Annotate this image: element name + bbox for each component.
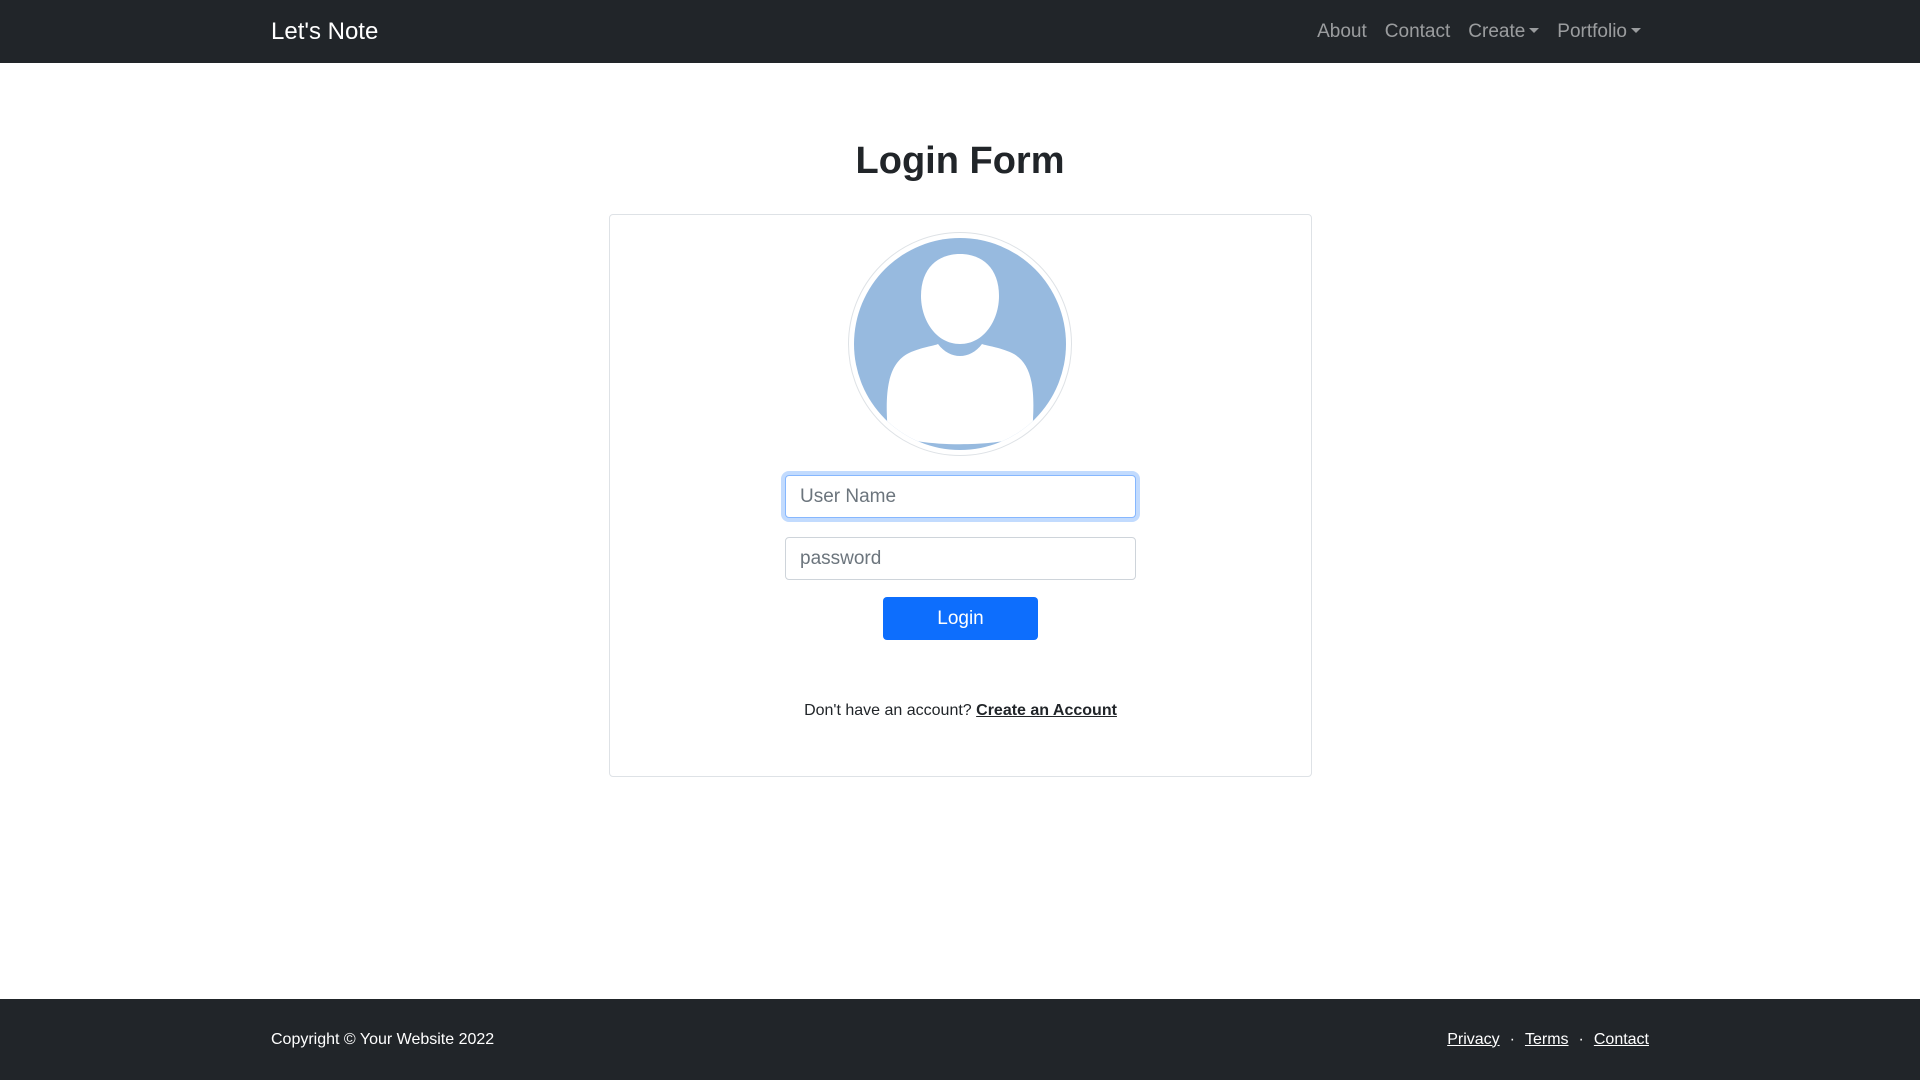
footer: Copyright © Your Website 2022 Privacy · … <box>0 999 1920 1080</box>
login-card: Login Don't have an account? Create an A… <box>609 214 1312 777</box>
nav-link-contact-label: Contact <box>1384 20 1451 42</box>
signup-prompt-text: Don't have an account? <box>804 702 972 719</box>
brand-logo[interactable]: Let's Note <box>271 0 378 63</box>
top-navbar: Let's Note About Contact Create Portfoli… <box>0 0 1920 63</box>
nav-dropdown-portfolio-label: Portfolio <box>1557 20 1627 42</box>
page-title: Login Form <box>855 140 1065 182</box>
user-silhouette-icon <box>854 238 1066 450</box>
nav-link-contact[interactable]: Contact <box>1385 21 1450 43</box>
password-input[interactable] <box>785 537 1136 580</box>
footer-links: Privacy · Terms · Contact <box>1447 999 1649 1080</box>
footer-link-privacy[interactable]: Privacy <box>1447 1031 1499 1049</box>
footer-link-terms[interactable]: Terms <box>1525 1031 1569 1049</box>
create-account-link[interactable]: Create an Account <box>976 702 1117 719</box>
nav-dropdown-portfolio[interactable]: Portfolio <box>1557 21 1641 43</box>
copyright-text: Copyright © Your Website 2022 <box>271 1031 495 1048</box>
username-input[interactable] <box>785 475 1136 518</box>
login-button[interactable]: Login <box>883 597 1038 640</box>
footer-separator: · <box>1578 1030 1584 1048</box>
nav-link-about[interactable]: About <box>1317 21 1367 43</box>
signup-prompt-line: Don't have an account? Create an Account <box>610 702 1311 720</box>
nav-links: About Contact Create Portfolio <box>1317 0 1641 63</box>
nav-dropdown-create[interactable]: Create <box>1468 20 1540 43</box>
footer-link-contact[interactable]: Contact <box>1594 1031 1649 1049</box>
caret-down-icon <box>1631 28 1641 33</box>
nav-link-about-label: About <box>1317 20 1367 42</box>
nav-dropdown-create-label: Create <box>1468 20 1526 42</box>
footer-separator: · <box>1509 1030 1515 1048</box>
caret-down-icon <box>1529 28 1540 33</box>
avatar <box>848 232 1072 456</box>
